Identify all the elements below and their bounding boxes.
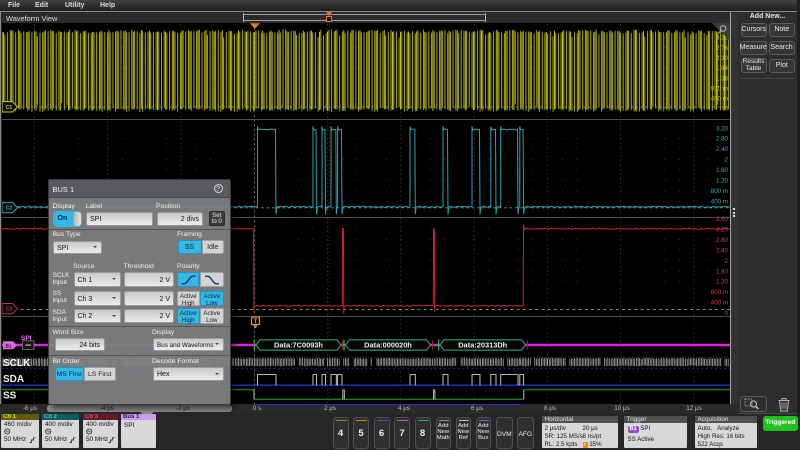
svg-text:2: 2 [725, 157, 729, 164]
svg-text:SCLK: SCLK [3, 358, 31, 369]
svg-text:1.20: 1.20 [716, 178, 729, 185]
svg-text:Data:7C0093h: Data:7C0093h [274, 341, 323, 350]
svg-text:1.60: 1.60 [716, 268, 729, 275]
svg-text:B1: B1 [6, 343, 12, 348]
svg-text:1.38: 1.38 [716, 75, 729, 82]
svg-text:2.76: 2.76 [716, 45, 729, 52]
svg-text:3.60: 3.60 [716, 216, 729, 223]
svg-text:400 m: 400 m [711, 198, 728, 205]
svg-text:920 m: 920 m [711, 85, 728, 92]
svg-text:1.60: 1.60 [716, 167, 729, 174]
svg-text:400 m: 400 m [711, 300, 728, 307]
svg-text:SDA: SDA [3, 374, 24, 385]
svg-text:0: 0 [725, 106, 729, 113]
svg-text:460 m: 460 m [711, 96, 728, 103]
svg-text:800 m: 800 m [711, 188, 728, 195]
svg-text:3.20: 3.20 [716, 227, 729, 234]
svg-text:800 m: 800 m [711, 289, 728, 296]
svg-text:Data:000020h: Data:000020h [364, 341, 412, 350]
svg-text:0: 0 [725, 310, 729, 317]
svg-text:2.40: 2.40 [716, 248, 729, 255]
svg-text:2.40: 2.40 [716, 146, 729, 153]
svg-text:2.30: 2.30 [716, 55, 729, 62]
svg-text:2.80: 2.80 [716, 136, 729, 143]
svg-text:T: T [254, 319, 258, 325]
svg-text:2: 2 [725, 258, 729, 265]
svg-text:1.84: 1.84 [716, 65, 729, 72]
svg-text:Data:20313Dh: Data:20313Dh [458, 341, 507, 350]
svg-text:3.20: 3.20 [716, 125, 729, 132]
svg-text:1.20: 1.20 [716, 279, 729, 286]
svg-text:SS: SS [3, 391, 17, 402]
svg-text:C1: C1 [6, 105, 13, 111]
svg-text:C2: C2 [6, 206, 13, 212]
svg-text:2.80: 2.80 [716, 237, 729, 244]
svg-text:C3: C3 [6, 307, 13, 313]
